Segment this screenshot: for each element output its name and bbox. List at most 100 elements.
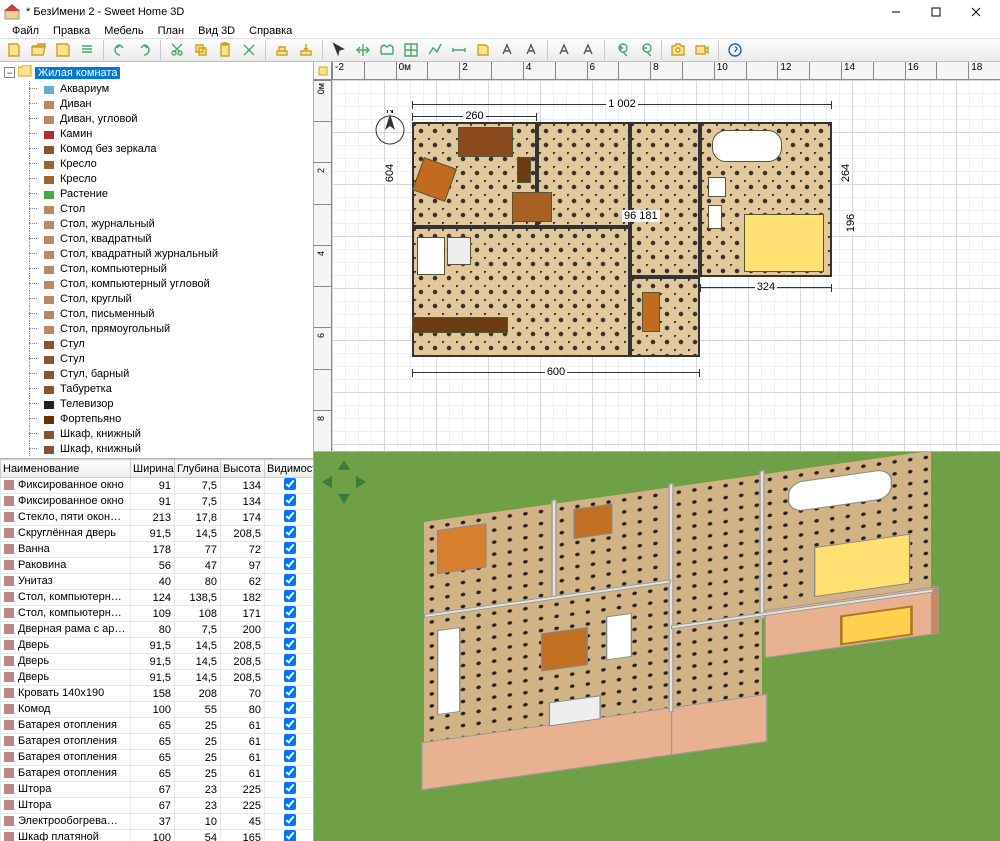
- table-row[interactable]: Дверь91,514,5208,5: [1, 654, 314, 670]
- toolbar-pan-button[interactable]: [352, 39, 374, 61]
- visibility-checkbox[interactable]: [284, 670, 296, 682]
- catalog-item[interactable]: Стол, компьютерный: [2, 261, 311, 276]
- table-row[interactable]: Кровать 140x19015820870: [1, 686, 314, 702]
- menu-правка[interactable]: Правка: [47, 24, 96, 38]
- catalog-item[interactable]: Фортепьяно: [2, 411, 311, 426]
- catalog-item[interactable]: Стул: [2, 351, 311, 366]
- column-header[interactable]: Наименование: [1, 460, 131, 478]
- menu-мебель[interactable]: Мебель: [98, 24, 149, 38]
- catalog-item[interactable]: Стол: [2, 201, 311, 216]
- catalog-item[interactable]: Стол, компьютерный угловой: [2, 276, 311, 291]
- toolbar-text-style-a1-button[interactable]: [496, 39, 518, 61]
- plan-view-2d[interactable]: -20м24681012141618 0м2468 N: [314, 62, 1000, 452]
- toolbar-preferences-button[interactable]: [76, 39, 98, 61]
- table-row[interactable]: Дверная рама с ар…807,5200: [1, 622, 314, 638]
- close-button[interactable]: [956, 0, 996, 24]
- table-row[interactable]: Дверь91,514,5208,5: [1, 670, 314, 686]
- ruler-origin-icon[interactable]: [314, 62, 332, 80]
- nav-up-icon[interactable]: [338, 460, 350, 470]
- column-header[interactable]: Высота: [221, 460, 265, 478]
- nav-left-icon[interactable]: [322, 476, 332, 488]
- visibility-checkbox[interactable]: [284, 606, 296, 618]
- column-header[interactable]: Ширина: [131, 460, 175, 478]
- table-row[interactable]: Дверь91,514,5208,5: [1, 638, 314, 654]
- menu-файл[interactable]: Файл: [6, 24, 45, 38]
- toolbar-create-walls-button[interactable]: [376, 39, 398, 61]
- catalog-item[interactable]: Стул, барный: [2, 366, 311, 381]
- toolbar-text-style-a4-button[interactable]: [577, 39, 599, 61]
- visibility-checkbox[interactable]: [284, 510, 296, 522]
- visibility-checkbox[interactable]: [284, 526, 296, 538]
- visibility-checkbox[interactable]: [284, 654, 296, 666]
- catalog-item[interactable]: Комод без зеркала: [2, 141, 311, 156]
- catalog-item[interactable]: Кресло: [2, 156, 311, 171]
- catalog-item[interactable]: Диван, угловой: [2, 111, 311, 126]
- visibility-checkbox[interactable]: [284, 798, 296, 810]
- visibility-checkbox[interactable]: [284, 494, 296, 506]
- table-row[interactable]: Стекло, пяти окон…21317,8174: [1, 510, 314, 526]
- table-row[interactable]: Фиксированное окно917,5134: [1, 494, 314, 510]
- nav-right-icon[interactable]: [356, 476, 366, 488]
- furniture-catalog[interactable]: − Жилая комната АквариумДиванДиван, угло…: [0, 62, 313, 459]
- catalog-item[interactable]: Растение: [2, 186, 311, 201]
- catalog-item[interactable]: Шкаф, книжный: [2, 441, 311, 456]
- toolbar-help-button[interactable]: [724, 39, 746, 61]
- catalog-item[interactable]: Кресло: [2, 171, 311, 186]
- toolbar-redo-button[interactable]: [133, 39, 155, 61]
- maximize-button[interactable]: [916, 0, 956, 24]
- view-3d[interactable]: [314, 452, 1000, 841]
- table-row[interactable]: Унитаз408062: [1, 574, 314, 590]
- table-row[interactable]: Раковина564797: [1, 558, 314, 574]
- table-row[interactable]: Батарея отопления652561: [1, 766, 314, 782]
- toolbar-copy-button[interactable]: [190, 39, 212, 61]
- toolbar-new-button[interactable]: [4, 39, 26, 61]
- visibility-checkbox[interactable]: [284, 478, 296, 490]
- toolbar-text-style-a3-button[interactable]: [553, 39, 575, 61]
- catalog-item[interactable]: Стол, журнальный: [2, 216, 311, 231]
- visibility-checkbox[interactable]: [284, 574, 296, 586]
- nav-3d-controls[interactable]: [322, 460, 366, 504]
- visibility-checkbox[interactable]: [284, 766, 296, 778]
- visibility-checkbox[interactable]: [284, 590, 296, 602]
- catalog-item[interactable]: Стул: [2, 336, 311, 351]
- visibility-checkbox[interactable]: [284, 622, 296, 634]
- toolbar-add-furniture-button[interactable]: [271, 39, 293, 61]
- toolbar-zoom-in-button[interactable]: [610, 39, 632, 61]
- catalog-item[interactable]: Камин: [2, 126, 311, 141]
- catalog-item[interactable]: Телевизор: [2, 396, 311, 411]
- visibility-checkbox[interactable]: [284, 558, 296, 570]
- catalog-item[interactable]: Стол, круглый: [2, 291, 311, 306]
- catalog-item[interactable]: Шкаф, книжный: [2, 426, 311, 441]
- visibility-checkbox[interactable]: [284, 638, 296, 650]
- toolbar-open-button[interactable]: [28, 39, 50, 61]
- toolbar-zoom-out-button[interactable]: [634, 39, 656, 61]
- visibility-checkbox[interactable]: [284, 542, 296, 554]
- table-row[interactable]: Стол, компьютерн…124138,5182: [1, 590, 314, 606]
- visibility-checkbox[interactable]: [284, 686, 296, 698]
- visibility-checkbox[interactable]: [284, 750, 296, 762]
- toolbar-create-labels-button[interactable]: [472, 39, 494, 61]
- toolbar-cut-button[interactable]: [166, 39, 188, 61]
- table-row[interactable]: Батарея отопления652561: [1, 750, 314, 766]
- toolbar-delete-button[interactable]: [238, 39, 260, 61]
- category-label[interactable]: Жилая комната: [35, 67, 120, 79]
- toolbar-video-button[interactable]: [691, 39, 713, 61]
- catalog-item[interactable]: Стол, квадратный журнальный: [2, 246, 311, 261]
- menu-план[interactable]: План: [152, 24, 191, 38]
- toolbar-create-polylines-button[interactable]: [424, 39, 446, 61]
- table-row[interactable]: Батарея отопления652561: [1, 718, 314, 734]
- minimize-button[interactable]: [876, 0, 916, 24]
- column-header[interactable]: Глубина: [175, 460, 221, 478]
- visibility-checkbox[interactable]: [284, 782, 296, 794]
- menu-справка[interactable]: Справка: [243, 24, 298, 38]
- catalog-item[interactable]: Диван: [2, 96, 311, 111]
- toolbar-undo-button[interactable]: [109, 39, 131, 61]
- table-row[interactable]: Штора6723225: [1, 782, 314, 798]
- table-row[interactable]: Штора6723225: [1, 798, 314, 814]
- toolbar-select-button[interactable]: [328, 39, 350, 61]
- visibility-checkbox[interactable]: [284, 718, 296, 730]
- visibility-checkbox[interactable]: [284, 830, 296, 841]
- visibility-checkbox[interactable]: [284, 702, 296, 714]
- catalog-item[interactable]: Стол, квадратный: [2, 231, 311, 246]
- furniture-list[interactable]: НаименованиеШиринаГлубинаВысотаВидимость…: [0, 459, 313, 841]
